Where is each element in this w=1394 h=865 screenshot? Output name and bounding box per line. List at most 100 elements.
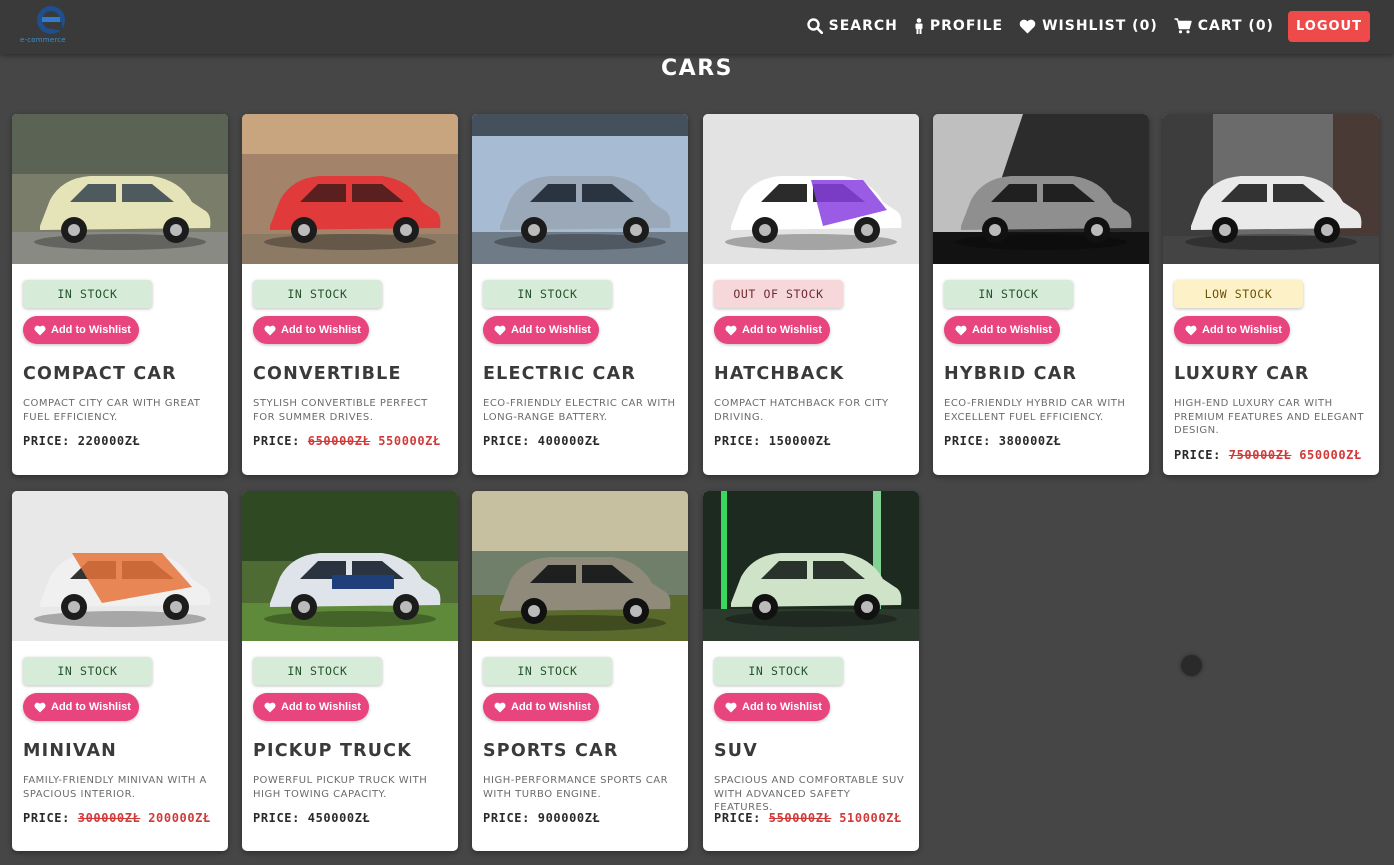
heart-icon	[494, 702, 506, 712]
product-image[interactable]	[703, 114, 919, 264]
price-label: PRICE:	[944, 434, 991, 448]
search-icon	[806, 18, 823, 34]
product-description: FAMILY-FRIENDLY MINIVAN WITH A SPACIOUS …	[23, 775, 207, 800]
product-card[interactable]: LOW STOCK Add to Wishlist LUXURY CAR HIG…	[1163, 114, 1379, 475]
product-card[interactable]: IN STOCK Add to Wishlist HYBRID CAR ECO-…	[933, 114, 1149, 475]
product-price: PRICE: 300000ZŁ 200000ZŁ	[23, 811, 211, 825]
price-label: PRICE:	[483, 811, 530, 825]
stock-status-badge: LOW STOCK	[1174, 280, 1303, 308]
add-to-wishlist-label: Add to Wishlist	[511, 324, 591, 336]
add-to-wishlist-button[interactable]: Add to Wishlist	[1174, 316, 1290, 344]
heart-icon	[725, 702, 737, 712]
product-price: PRICE: 900000ZŁ	[483, 811, 600, 825]
add-to-wishlist-button[interactable]: Add to Wishlist	[483, 693, 599, 721]
add-to-wishlist-label: Add to Wishlist	[51, 701, 131, 713]
product-card[interactable]: IN STOCK Add to Wishlist ELECTRIC CAR EC…	[472, 114, 688, 475]
nav-wishlist-label: WISHLIST (0)	[1042, 18, 1158, 34]
product-image[interactable]	[242, 491, 458, 641]
heart-icon	[955, 325, 967, 335]
nav-wishlist[interactable]: WISHLIST (0)	[1019, 18, 1158, 34]
add-to-wishlist-button[interactable]: Add to Wishlist	[714, 316, 830, 344]
heart-icon	[1185, 325, 1197, 335]
product-image[interactable]	[472, 491, 688, 641]
product-price: PRICE: 220000ZŁ	[23, 434, 140, 448]
cart-icon	[1174, 18, 1192, 34]
brand-logo[interactable]: e-commerce	[18, 4, 86, 46]
product-name: HATCHBACK	[714, 364, 845, 384]
hybrid-car-photo	[933, 114, 1149, 264]
product-image[interactable]	[933, 114, 1149, 264]
luxury-car-photo	[1163, 114, 1379, 264]
price-label: PRICE:	[23, 434, 70, 448]
heart-icon	[494, 325, 506, 335]
add-to-wishlist-button[interactable]: Add to Wishlist	[483, 316, 599, 344]
add-to-wishlist-label: Add to Wishlist	[281, 701, 361, 713]
add-to-wishlist-button[interactable]: Add to Wishlist	[253, 693, 369, 721]
stock-status-badge: IN STOCK	[483, 657, 612, 685]
product-image[interactable]	[703, 491, 919, 641]
price-label: PRICE:	[23, 811, 70, 825]
price-label: PRICE:	[483, 434, 530, 448]
original-price: 750000ZŁ	[1228, 447, 1292, 462]
add-to-wishlist-button[interactable]: Add to Wishlist	[714, 693, 830, 721]
add-to-wishlist-button[interactable]: Add to Wishlist	[253, 316, 369, 344]
product-card[interactable]: IN STOCK Add to Wishlist SPORTS CAR HIGH…	[472, 491, 688, 851]
product-image[interactable]	[12, 114, 228, 264]
add-to-wishlist-label: Add to Wishlist	[281, 324, 361, 336]
add-to-wishlist-label: Add to Wishlist	[51, 324, 131, 336]
product-description: COMPACT HATCHBACK FOR CITY DRIVING.	[714, 398, 889, 423]
price-label: PRICE:	[253, 811, 300, 825]
product-card[interactable]: IN STOCK Add to Wishlist PICKUP TRUCK PO…	[242, 491, 458, 851]
product-price: PRICE: 380000ZŁ	[944, 434, 1061, 448]
compact-car-photo	[12, 114, 228, 264]
product-card[interactable]: IN STOCK Add to Wishlist COMPACT CAR COM…	[12, 114, 228, 475]
add-to-wishlist-button[interactable]: Add to Wishlist	[23, 316, 139, 344]
product-description: COMPACT CITY CAR WITH GREAT FUEL EFFICIE…	[23, 398, 201, 423]
add-to-wishlist-button[interactable]: Add to Wishlist	[23, 693, 139, 721]
heart-icon	[34, 702, 46, 712]
product-image[interactable]	[472, 114, 688, 264]
stock-status-badge: IN STOCK	[944, 280, 1073, 308]
nav-search[interactable]: SEARCH	[806, 18, 898, 34]
product-image[interactable]	[12, 491, 228, 641]
product-price: PRICE: 150000ZŁ	[714, 434, 831, 448]
product-card[interactable]: IN STOCK Add to Wishlist MINIVAN FAMILY-…	[12, 491, 228, 851]
product-description: ECO-FRIENDLY ELECTRIC CAR WITH LONG-RANG…	[483, 398, 676, 423]
add-to-wishlist-label: Add to Wishlist	[972, 324, 1052, 336]
stock-status-badge: IN STOCK	[23, 657, 152, 685]
add-to-wishlist-button[interactable]: Add to Wishlist	[944, 316, 1060, 344]
product-price: PRICE: 450000ZŁ	[253, 811, 370, 825]
add-to-wishlist-label: Add to Wishlist	[1202, 324, 1282, 336]
product-description: HIGH-PERFORMANCE SPORTS CAR WITH TURBO E…	[483, 775, 669, 800]
heart-icon	[264, 325, 276, 335]
page-title: CARS	[661, 56, 733, 81]
product-card[interactable]: IN STOCK Add to Wishlist CONVERTIBLE STY…	[242, 114, 458, 475]
product-price: PRICE: 400000ZŁ	[483, 434, 600, 448]
heart-icon	[264, 702, 276, 712]
product-price: PRICE: 650000ZŁ 550000ZŁ	[253, 434, 441, 448]
price-label: PRICE:	[1174, 447, 1221, 462]
original-price: 300000ZŁ	[77, 811, 141, 825]
electric-car-photo	[472, 114, 688, 264]
heart-icon	[1019, 19, 1036, 33]
nav-profile[interactable]: PROFILE	[914, 18, 1003, 34]
floating-dot[interactable]	[1181, 655, 1202, 676]
product-name: ELECTRIC CAR	[483, 364, 637, 384]
logout-button[interactable]: LOGOUT	[1287, 10, 1370, 42]
product-name: SPORTS CAR	[483, 741, 619, 761]
current-price: 510000ZŁ	[839, 811, 902, 825]
product-card[interactable]: OUT OF STOCK Add to Wishlist HATCHBACK C…	[703, 114, 919, 475]
product-description: SPACIOUS AND COMFORTABLE SUV WITH ADVANC…	[714, 775, 905, 813]
product-price: PRICE: 550000ZŁ 510000ZŁ	[714, 811, 902, 825]
current-price: 200000ZŁ	[148, 811, 211, 825]
minivan-photo	[12, 491, 228, 641]
product-card[interactable]: IN STOCK Add to Wishlist SUV SPACIOUS AN…	[703, 491, 919, 851]
current-price: 450000ZŁ	[307, 811, 371, 825]
product-image[interactable]	[1163, 114, 1379, 264]
product-image[interactable]	[242, 114, 458, 264]
nav-cart[interactable]: CART (0)	[1174, 18, 1274, 34]
product-name: MINIVAN	[23, 741, 118, 761]
current-price: 150000ZŁ	[768, 434, 832, 448]
stock-status-badge: IN STOCK	[253, 280, 382, 308]
pickup-truck-photo	[242, 491, 458, 641]
